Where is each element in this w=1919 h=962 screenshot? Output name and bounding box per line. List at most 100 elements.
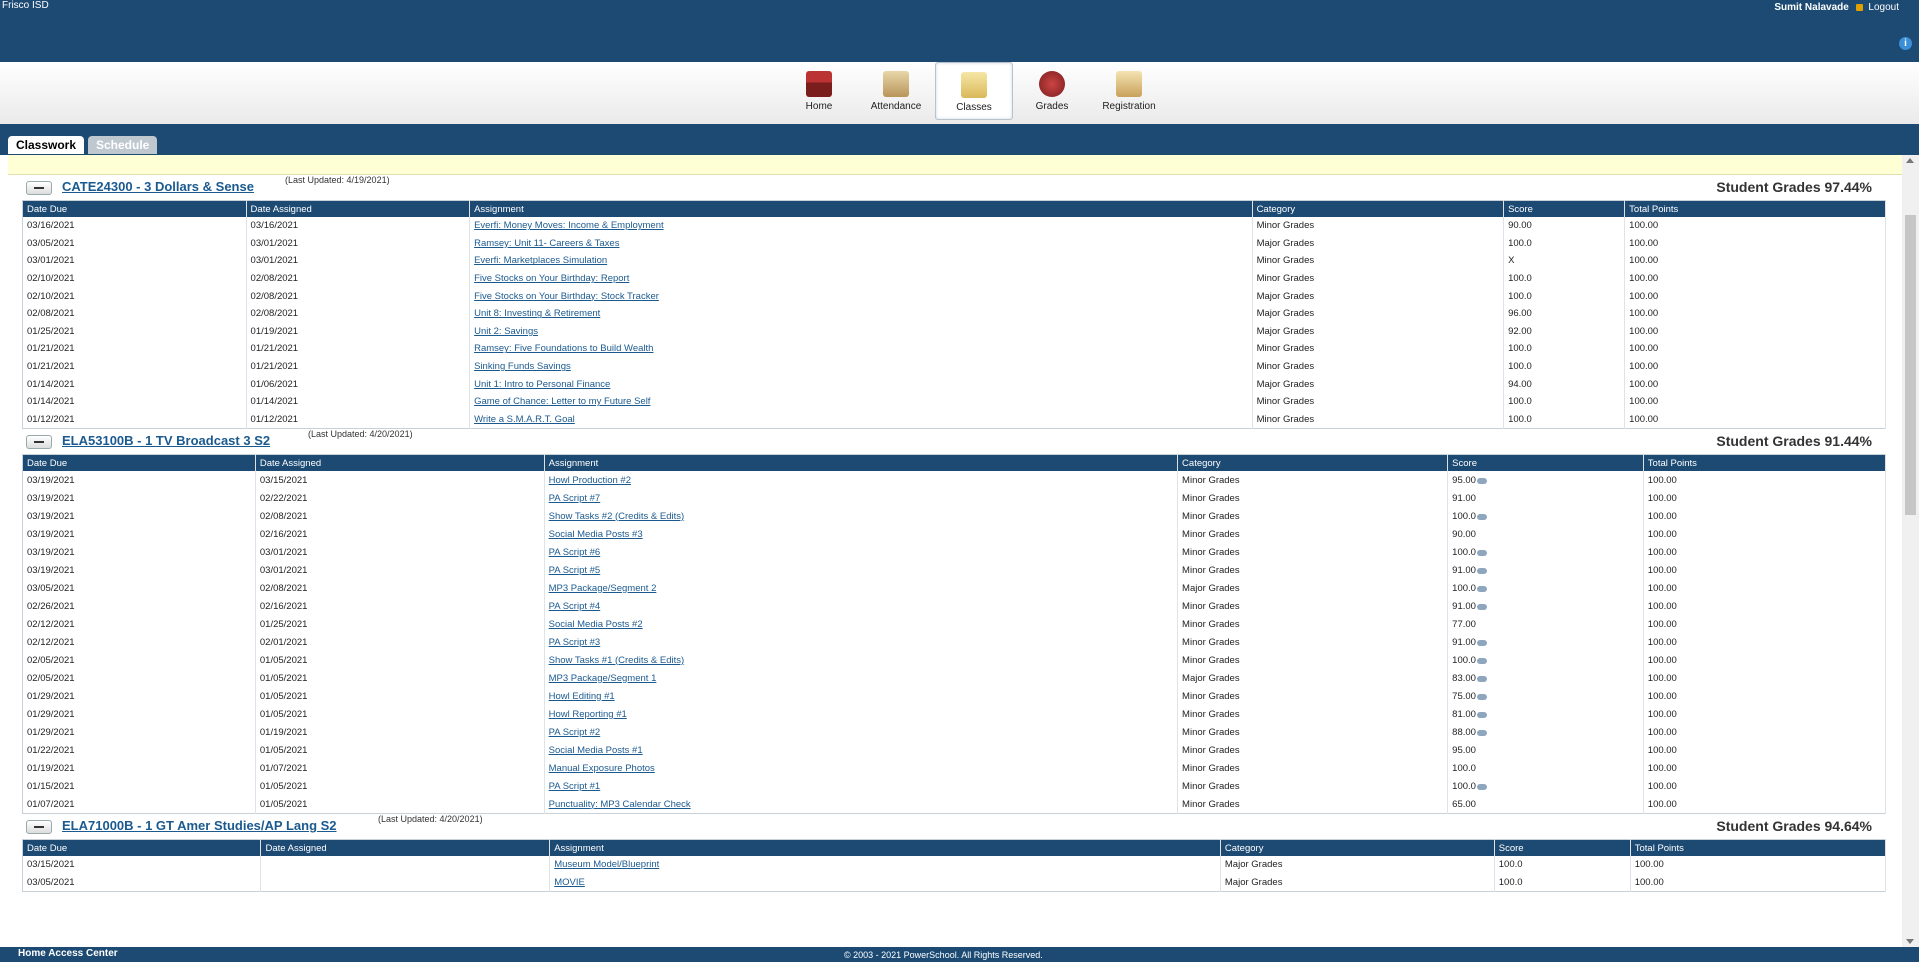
collapse-button[interactable] [26,435,52,450]
tab-classwork[interactable]: Classwork [8,136,85,154]
column-header[interactable]: Score [1494,839,1631,857]
assignment-link[interactable]: PA Script #5 [544,561,1179,580]
column-header[interactable]: Category [1252,200,1505,217]
assignment-link[interactable]: PA Script #7 [544,489,1179,508]
column-header[interactable]: Date Due [22,454,256,472]
column-header[interactable]: Category [1177,454,1449,472]
comment-icon[interactable] [1476,549,1487,556]
score-value: 100.0 [1498,859,1523,871]
logout-link[interactable]: Logout [1868,2,1899,13]
table-cell: 100.00 [1643,597,1887,616]
column-header[interactable]: Score [1503,200,1626,217]
nav-attendance[interactable]: Attendance [858,62,934,120]
score-cell: 100.0 [1503,392,1626,411]
table-row: 01/21/2021 01/21/2021 Ramsey: Five Foundat… [22,340,1886,358]
column-header[interactable]: Date Due [22,839,262,857]
assignment-link[interactable]: Write a S.M.A.R.T. Goal [469,410,1253,429]
column-header[interactable]: Assignment [549,839,1221,857]
comment-icon[interactable] [1476,693,1487,700]
assignment-link[interactable]: Unit 1: Intro to Personal Finance [469,375,1253,393]
assignment-link[interactable]: Five Stocks on Your Birthday: Report [469,269,1253,288]
assignment-link[interactable]: PA Script #1 [544,777,1179,796]
comment-icon[interactable] [1476,585,1487,592]
assignment-link[interactable]: PA Script #2 [544,723,1179,742]
assignment-link[interactable]: Howl Production #2 [544,471,1179,490]
scroll-down-icon[interactable] [1906,939,1914,944]
column-header[interactable]: Assignment [469,200,1253,217]
comment-icon[interactable] [1476,783,1487,790]
comment-icon[interactable] [1476,603,1487,610]
collapse-button[interactable] [26,181,52,195]
assignment-link[interactable]: Everfi: Marketplaces Simulation [469,252,1253,270]
assignment-link[interactable]: Museum Model/Blueprint [549,856,1221,874]
table-cell: Major Grades [1220,873,1495,892]
score-cell: 100.0 [1494,873,1631,892]
comment-icon[interactable] [1476,675,1487,682]
column-header[interactable]: Date Assigned [246,200,471,217]
scroll-thumb[interactable] [1905,215,1916,515]
assignment-link[interactable]: Punctuality: MP3 Calendar Check [544,795,1179,814]
table-cell: 01/15/2021 [22,777,256,796]
assignment-link[interactable]: MOVIE [549,873,1221,892]
column-header[interactable]: Date Assigned [255,454,545,472]
table-cell: 01/06/2021 [246,375,471,393]
assignment-link[interactable]: Show Tasks #1 (Credits & Edits) [544,651,1179,670]
nav-registration[interactable]: Registration [1091,62,1167,120]
nav-classes[interactable]: Classes [935,62,1013,120]
assignment-link[interactable]: Manual Exposure Photos [544,759,1179,778]
assignment-link[interactable]: Sinking Funds Savings [469,357,1253,376]
tab-schedule[interactable]: Schedule [88,136,158,154]
assignment-link[interactable]: Five Stocks on Your Birthday: Stock Trac… [469,287,1253,305]
class-name-link[interactable]: ELA53100B - 1 TV Broadcast 3 S2 [62,433,270,448]
table-cell: 03/01/2021 [255,543,545,562]
collapse-button[interactable] [26,820,52,835]
table-cell: 03/05/2021 [22,579,256,598]
assignment-link[interactable]: Social Media Posts #3 [544,525,1179,544]
nav-attendance-label: Attendance [870,101,922,112]
comment-icon[interactable] [1476,711,1487,718]
assignment-link[interactable]: Social Media Posts #2 [544,615,1179,634]
assignment-link[interactable]: Unit 8: Investing & Retirement [469,304,1253,323]
assignment-link[interactable]: PA Script #4 [544,597,1179,616]
column-header[interactable]: Total Points [1630,839,1887,857]
table-cell: 02/08/2021 [22,304,247,323]
assignment-link[interactable]: Ramsey: Five Foundations to Build Wealth [469,340,1253,358]
assignment-link[interactable]: MP3 Package/Segment 2 [544,579,1179,598]
class-name-link[interactable]: ELA71000B - 1 GT Amer Studies/AP Lang S2 [62,818,337,833]
comment-icon[interactable] [1476,657,1487,664]
class-section: ELA71000B - 1 GT Amer Studies/AP Lang S2… [22,814,1887,893]
nav-home[interactable]: Home [781,62,857,120]
comment-icon[interactable] [1476,567,1487,574]
table-cell: Major Grades [1177,669,1449,688]
assignment-link[interactable]: Game of Chance: Letter to my Future Self [469,392,1253,411]
column-header[interactable]: Category [1220,839,1495,857]
nav-grades[interactable]: Grades [1014,62,1090,120]
comment-icon[interactable] [1476,477,1487,484]
comment-icon[interactable] [1476,729,1487,736]
assignment-link[interactable]: Everfi: Money Moves: Income & Employment [469,217,1253,235]
table-cell: Minor Grades [1177,561,1449,580]
class-name-link[interactable]: CATE24300 - 3 Dollars & Sense [62,179,254,194]
assignment-link[interactable]: Ramsey: Unit 11- Careers & Taxes [469,234,1253,253]
assignment-link[interactable]: Howl Reporting #1 [544,705,1179,724]
assignment-link[interactable]: PA Script #3 [544,633,1179,652]
vertical-scrollbar[interactable] [1902,155,1919,947]
comment-icon[interactable] [1476,639,1487,646]
assignment-link[interactable]: Show Tasks #2 (Credits & Edits) [544,507,1179,526]
table-cell: 100.00 [1624,375,1886,393]
assignment-link[interactable]: MP3 Package/Segment 1 [544,669,1179,688]
table-cell: Major Grades [1252,322,1505,341]
comment-icon[interactable] [1476,513,1487,520]
column-header[interactable]: Total Points [1643,454,1887,472]
scroll-up-icon[interactable] [1906,158,1914,163]
column-header[interactable]: Assignment [544,454,1179,472]
column-header[interactable]: Date Assigned [260,839,551,857]
column-header[interactable]: Score [1447,454,1644,472]
info-icon[interactable]: i [1899,37,1912,50]
assignment-link[interactable]: Howl Editing #1 [544,687,1179,706]
assignment-link[interactable]: PA Script #6 [544,543,1179,562]
assignment-link[interactable]: Unit 2: Savings [469,322,1253,341]
column-header[interactable]: Date Due [22,200,247,217]
column-header[interactable]: Total Points [1624,200,1886,217]
assignment-link[interactable]: Social Media Posts #1 [544,741,1179,760]
